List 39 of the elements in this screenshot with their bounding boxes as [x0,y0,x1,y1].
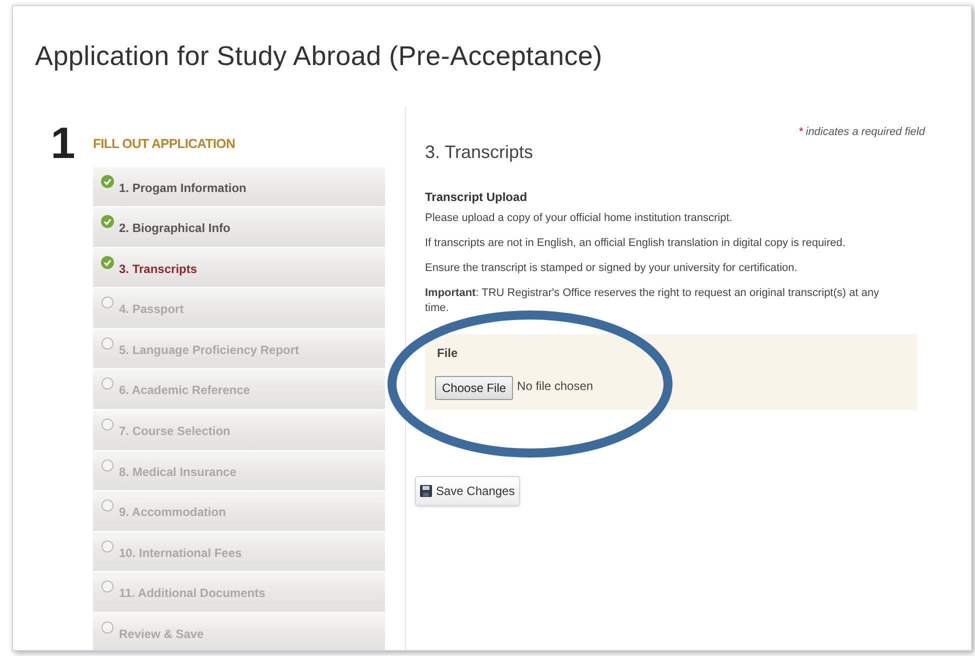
field-label: File [437,344,458,362]
empty-circle-icon [101,499,114,512]
instruction-text: Please upload a copy of your official home institution transcript. [425,210,734,226]
step-item[interactable]: Review & Save [93,612,385,650]
step-item[interactable]: 10. International Fees [93,530,385,572]
required-note: indicates a required field [806,125,925,140]
empty-circle-icon [101,296,114,310]
empty-circle-icon [101,418,114,432]
empty-circle-icon [101,621,114,634]
check-icon [101,215,114,228]
instruction-text: If transcripts are not in English, an official English translation in digital copy is required. [425,236,846,250]
required-asterisk: * [798,125,803,140]
step-item[interactable]: 6. Academic Reference [93,368,385,410]
empty-circle-icon [101,580,114,594]
step-item[interactable]: 11. Additional Documents [93,571,385,612]
step-item[interactable]: 7. Course Selection [93,409,385,450]
empty-circle-icon [101,540,114,553]
upload-heading: Transcript Upload [425,188,528,206]
check-icon [101,174,114,188]
step-number: 1 [50,122,76,170]
save-changes-button[interactable]: Save Changes [415,476,520,506]
choose-file-button[interactable]: Choose File [435,376,514,400]
empty-circle-icon [101,336,114,350]
file-status: No file chosen [517,378,594,394]
step-item[interactable]: 9. Accommodation [93,490,385,531]
section-title: 3. Transcripts [425,140,534,164]
empty-circle-icon [101,458,114,472]
step-item[interactable]: 1. Progam Information [93,166,385,206]
step-heading: FILL OUT APPLICATION [93,135,236,153]
step-item[interactable]: 8. Medical Insurance [93,450,385,490]
check-icon [101,256,114,269]
page-title: Application for Study Abroad (Pre-Acceptance) [35,40,602,73]
empty-circle-icon [101,377,114,390]
step-item[interactable]: 5. Language Proficiency Report [93,328,385,368]
instruction-text: Ensure the transcript is stamped or signed by your university for certification. [425,260,798,276]
instruction-text: Important: TRU Registrar's Office reserves the right to request an original transcript(s) at any time. [425,286,880,316]
step-item[interactable]: 4. Passport [93,287,385,328]
step-item[interactable]: 2. Biographical Info [93,206,385,247]
step-item[interactable]: 3. Transcripts [93,246,385,288]
